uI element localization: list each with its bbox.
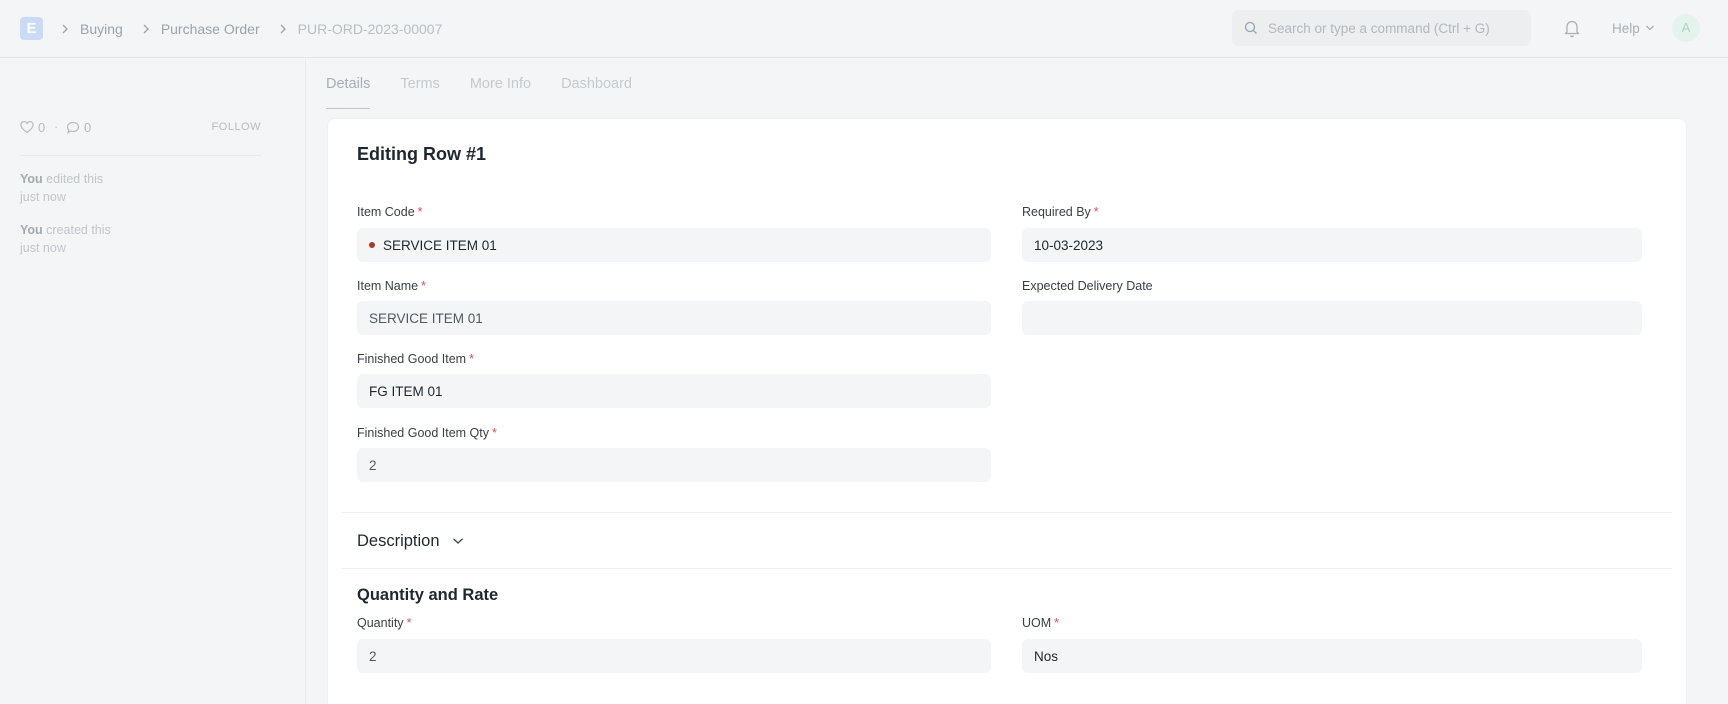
item-name-label: Item Name *	[357, 279, 426, 293]
chevron-down-icon	[1645, 25, 1654, 31]
required-mark: *	[1054, 616, 1060, 630]
fg-item-value: FG ITEM 01	[369, 383, 443, 399]
uom-value: Nos	[1034, 648, 1059, 664]
expected-delivery-field[interactable]	[1022, 301, 1642, 335]
comment-count: 0	[84, 119, 92, 135]
uom-label-text: UOM	[1022, 616, 1052, 630]
heart-icon	[20, 120, 34, 133]
activity-time: just now	[20, 241, 66, 255]
comment-icon	[66, 121, 80, 134]
tab-details[interactable]: Details	[326, 59, 371, 109]
fg-item-field[interactable]: FG ITEM 01	[357, 374, 991, 408]
tab-more-info[interactable]: More Info	[470, 59, 531, 109]
fg-item-label-text: Finished Good Item	[357, 352, 467, 366]
required-by-label-text: Required By	[1022, 205, 1091, 219]
app-logo[interactable]: E	[20, 17, 43, 40]
description-section-toggle[interactable]: Description	[357, 529, 464, 553]
required-mark: *	[492, 426, 497, 440]
activity-action: edited this	[46, 172, 104, 186]
card-title: Editing Row #1	[357, 144, 487, 164]
uom-label: UOM *	[1022, 616, 1059, 630]
tab-terms[interactable]: Terms	[400, 59, 439, 109]
breadcrumb-current-doc[interactable]: PUR-ORD-2023-00007	[298, 21, 443, 37]
doc-stats: 0 · 0 FOLLOW	[20, 117, 261, 137]
separator-dot: ·	[54, 119, 59, 134]
quantity-label-text: Quantity	[357, 616, 404, 630]
quantity-value: 2	[369, 648, 377, 664]
required-by-label: Required By *	[1022, 205, 1099, 219]
expected-delivery-label: Expected Delivery Date	[1022, 279, 1153, 293]
required-mark: *	[406, 616, 412, 630]
breadcrumb-purchase-order[interactable]: Purchase Order	[161, 21, 260, 37]
navbar: E Buying Purchase Order PUR-ORD-2023-000…	[0, 0, 1728, 58]
chevron-right-icon	[274, 19, 292, 39]
avatar[interactable]: A	[1672, 14, 1700, 42]
qty-rate-section-title: Quantity and Rate	[357, 585, 499, 604]
activity-time: just now	[20, 190, 66, 204]
activity-actor: You	[20, 172, 43, 186]
item-code-label-text: Item Code	[357, 205, 415, 219]
tab-dashboard[interactable]: Dashboard	[561, 59, 632, 109]
sidebar-divider	[20, 155, 261, 156]
fg-qty-value: 2	[369, 457, 377, 473]
description-section-title: Description	[357, 531, 440, 550]
section-divider	[342, 568, 1672, 569]
editing-row-card: Editing Row #1 Item Code * SERVICE ITEM 0…	[327, 118, 1687, 704]
breadcrumb-buying[interactable]: Buying	[80, 21, 123, 37]
item-code-field[interactable]: SERVICE ITEM 01	[357, 228, 991, 262]
fg-qty-label-text: Finished Good Item Qty	[357, 426, 490, 440]
chevron-right-icon	[56, 19, 74, 39]
help-label: Help	[1612, 20, 1640, 36]
quantity-label: Quantity *	[357, 616, 411, 630]
help-dropdown[interactable]: Help	[1612, 19, 1655, 37]
required-by-value: 10-03-2023	[1034, 237, 1104, 253]
required-mark: *	[1093, 205, 1099, 219]
sidebar: 0 · 0 FOLLOW You edited this just now Yo…	[0, 59, 306, 704]
item-name-field[interactable]: SERVICE ITEM 01	[357, 301, 991, 335]
required-mark: *	[469, 352, 474, 366]
search-input[interactable]	[1268, 10, 1524, 46]
item-name-value: SERVICE ITEM 01	[369, 310, 483, 326]
required-mark: *	[421, 279, 427, 293]
like-button[interactable]: 0	[20, 117, 45, 137]
activity-actor: You	[20, 223, 43, 237]
comment-button[interactable]: 0	[66, 117, 91, 137]
item-code-label: Item Code *	[357, 205, 423, 219]
uom-field[interactable]: Nos	[1022, 639, 1642, 673]
like-count: 0	[38, 119, 46, 135]
item-code-value: SERVICE ITEM 01	[383, 237, 497, 253]
fg-qty-field[interactable]: 2	[357, 448, 991, 482]
required-mark: *	[417, 205, 423, 219]
required-by-field[interactable]: 10-03-2023	[1022, 228, 1642, 262]
breadcrumb: Buying Purchase Order PUR-ORD-2023-00007	[56, 19, 456, 39]
chevron-down-icon	[452, 538, 463, 544]
fg-item-label: Finished Good Item *	[357, 352, 474, 366]
activity-item: You created this just now	[20, 221, 160, 257]
activity-action: created this	[46, 223, 111, 237]
form-tabs: Details Terms More Info Dashboard	[326, 59, 662, 109]
quantity-field[interactable]: 2	[357, 639, 991, 673]
search-bar	[1232, 10, 1531, 46]
search-icon	[1244, 21, 1258, 35]
section-divider	[342, 512, 1672, 513]
bell-icon[interactable]	[1563, 18, 1581, 38]
fg-qty-label: Finished Good Item Qty *	[357, 426, 497, 440]
follow-button[interactable]: FOLLOW	[212, 117, 261, 137]
activity-item: You edited this just now	[20, 170, 160, 206]
item-name-label-text: Item Name	[357, 279, 419, 293]
status-dot-icon	[369, 242, 375, 248]
chevron-right-icon	[137, 19, 155, 39]
